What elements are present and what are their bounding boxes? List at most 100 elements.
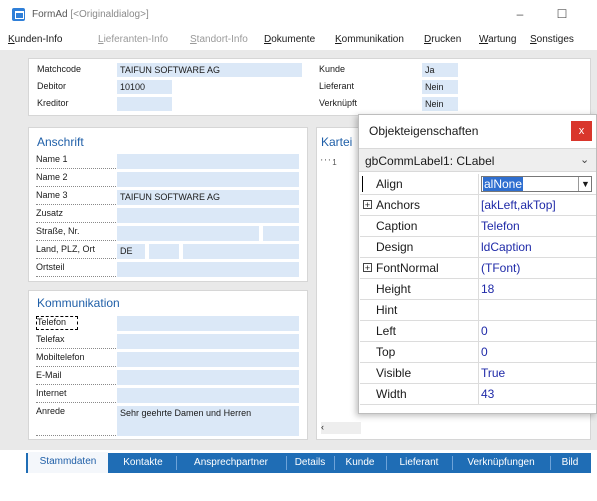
hausnr-field[interactable] <box>263 226 299 241</box>
menu-standort-info[interactable]: Standort-Info <box>190 34 248 45</box>
property-value[interactable]: True <box>481 366 505 380</box>
menu-kunden-info[interactable]: Kunden-Info <box>8 34 63 45</box>
property-value[interactable]: Telefon <box>481 219 520 233</box>
property-value[interactable]: 0 <box>481 324 488 338</box>
name3-label: Name 3 <box>36 190 116 205</box>
property-name: Top <box>376 345 396 359</box>
anrede-field[interactable]: Sehr geehrte Damen und Herren <box>117 406 299 436</box>
column-divider <box>478 363 479 384</box>
anschrift-panel: Anschrift Name 1 Name 2 Name 3 TAIFUN SO… <box>28 127 308 282</box>
window-title: FormAd [<Originaldialog>] <box>32 9 149 20</box>
property-row-hint[interactable]: Hint <box>360 300 596 321</box>
property-value[interactable]: 18 <box>481 282 494 296</box>
land-field[interactable]: DE <box>117 244 145 259</box>
lieferant-field[interactable]: Nein <box>422 80 458 94</box>
strasse-label: Straße, Nr. <box>36 226 116 241</box>
menu-drucken[interactable]: Drucken <box>424 34 461 45</box>
menu-dokumente[interactable]: Dokumente <box>264 34 315 45</box>
component-selector[interactable]: gbCommLabel1: CLabel ⌄ <box>359 148 596 172</box>
property-name: Hint <box>376 303 398 317</box>
anschrift-title: Anschrift <box>37 135 84 149</box>
kreditor-field[interactable] <box>117 97 172 111</box>
ort-field[interactable] <box>183 244 299 259</box>
property-value[interactable]: 43 <box>481 387 494 401</box>
property-row-design[interactable]: Design ldCaption <box>360 237 596 258</box>
kommunikation-title: Kommunikation <box>37 296 120 310</box>
tab-lieferant[interactable]: Lieferant <box>388 453 450 473</box>
name2-label: Name 2 <box>36 172 116 187</box>
menu-lieferanten-info[interactable]: Lieferanten-Info <box>98 34 168 45</box>
name1-field[interactable] <box>117 154 299 169</box>
debitor-field[interactable]: 10100 <box>117 80 172 94</box>
property-name: Caption <box>376 219 418 233</box>
property-value[interactable]: (TFont) <box>481 261 520 275</box>
property-row-anchors[interactable]: + Anchors [akLeft,akTop] <box>360 195 596 216</box>
component-selector-value: gbCommLabel1: CLabel <box>365 154 495 168</box>
tab-separator <box>550 456 551 470</box>
tab-stammdaten[interactable]: Stammdaten <box>28 452 108 473</box>
column-divider <box>478 342 479 363</box>
internet-label: Internet <box>36 388 116 403</box>
menu-kommunikation[interactable]: Kommunikation <box>335 34 404 45</box>
matchcode-label: Matchcode <box>37 64 82 74</box>
name2-field[interactable] <box>117 172 299 187</box>
zusatz-field[interactable] <box>117 208 299 223</box>
internet-field[interactable] <box>117 388 299 403</box>
ortsteil-label: Ortsteil <box>36 262 116 277</box>
column-divider <box>478 321 479 342</box>
name3-field[interactable]: TAIFUN SOFTWARE AG <box>117 190 299 205</box>
maximize-button[interactable]: ☐ <box>552 6 572 22</box>
kommunikation-panel: Kommunikation Telefon Telefax Mobiltelef… <box>28 290 308 440</box>
expand-icon[interactable]: + <box>363 263 372 273</box>
ortsteil-field[interactable] <box>117 262 299 277</box>
property-name: Height <box>376 282 411 296</box>
menu-wartung[interactable]: Wartung <box>479 34 516 45</box>
tab-separator <box>176 456 177 470</box>
lieferant-label: Lieferant <box>319 81 355 91</box>
verknuepft-field[interactable]: Nein <box>422 97 458 111</box>
tab-kunde[interactable]: Kunde <box>336 453 384 473</box>
property-row-left[interactable]: Left 0 <box>360 321 596 342</box>
email-field[interactable] <box>117 370 299 385</box>
minimize-button[interactable]: – <box>510 6 530 22</box>
anrede-label: Anrede <box>36 406 116 436</box>
mobiltelefon-field[interactable] <box>117 352 299 367</box>
property-row-align[interactable]: Align alNone ▼ <box>360 174 596 195</box>
title-bar: FormAd [<Originaldialog>] – ☐ <box>0 0 597 30</box>
kunde-field[interactable]: Ja <box>422 63 458 77</box>
tab-separator <box>334 456 335 470</box>
inspector-title-bar[interactable]: Objekteigenschaften x <box>359 115 596 147</box>
inspector-close-button[interactable]: x <box>571 121 592 141</box>
tab-bild[interactable]: Bild <box>552 453 588 473</box>
telefon-label[interactable]: Telefon <box>36 316 78 330</box>
tab-kontakte[interactable]: Kontakte <box>112 453 174 473</box>
dropdown-arrow-icon[interactable]: ▼ <box>578 177 592 191</box>
menu-sonstiges[interactable]: Sonstiges <box>530 34 574 45</box>
kreditor-label: Kreditor <box>37 98 69 108</box>
property-row-width[interactable]: Width 43 <box>360 384 596 405</box>
property-row-top[interactable]: Top 0 <box>360 342 596 363</box>
matchcode-field[interactable]: TAIFUN SOFTWARE AG <box>117 63 302 77</box>
kartei-title: Kartei <box>321 135 353 149</box>
property-row-height[interactable]: Height 18 <box>360 279 596 300</box>
tab-ansprechpartner[interactable]: Ansprechpartner <box>178 453 284 473</box>
column-divider <box>478 174 479 195</box>
tab-verknuepfungen[interactable]: Verknüpfungen <box>454 453 548 473</box>
chevron-down-icon[interactable]: ⌄ <box>580 153 589 166</box>
telefax-field[interactable] <box>117 334 299 349</box>
bottom-tab-bar: Stammdaten Kontakte Ansprechpartner Deta… <box>26 452 591 473</box>
property-row-fontnormal[interactable]: + FontNormal (TFont) <box>360 258 596 279</box>
plz-field[interactable] <box>149 244 179 259</box>
telefon-field[interactable] <box>117 316 299 331</box>
property-row-caption[interactable]: Caption Telefon <box>360 216 596 237</box>
kartei-scroll-left[interactable]: ‹ <box>321 422 361 434</box>
property-value[interactable]: 0 <box>481 345 488 359</box>
expand-icon[interactable]: + <box>363 200 372 210</box>
strasse-field[interactable] <box>117 226 259 241</box>
property-value[interactable]: ldCaption <box>481 240 532 254</box>
property-value-dropdown[interactable]: alNone ▼ <box>481 176 592 192</box>
property-row-visible[interactable]: Visible True <box>360 363 596 384</box>
tab-details[interactable]: Details <box>288 453 332 473</box>
property-value[interactable]: [akLeft,akTop] <box>481 198 556 212</box>
app-icon <box>12 8 25 21</box>
